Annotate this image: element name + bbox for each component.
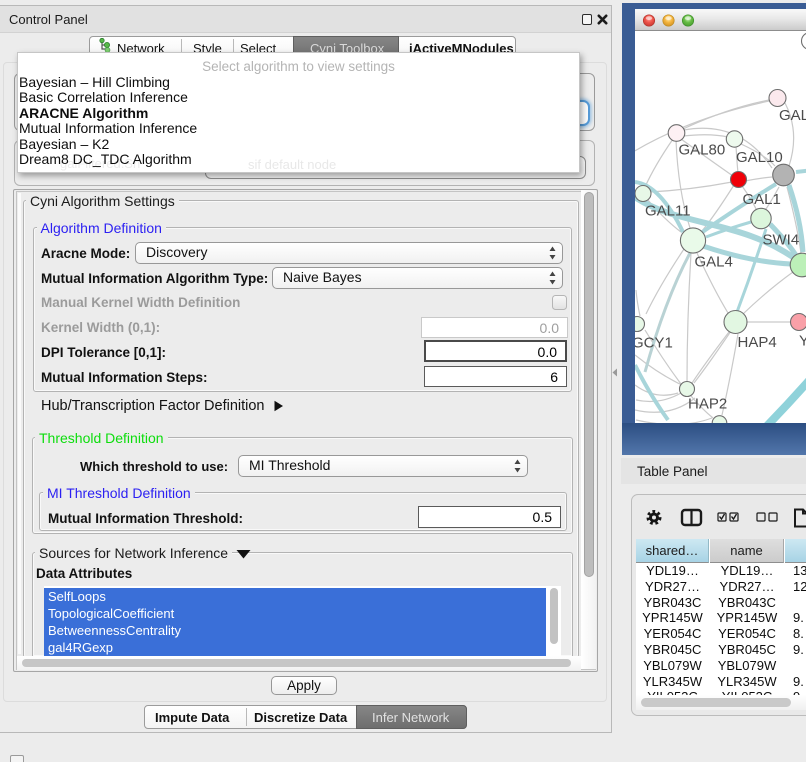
svg-text:SWI4: SWI4 <box>763 232 800 249</box>
svg-text:GAL4: GAL4 <box>695 254 733 271</box>
svg-text:GAL1: GAL1 <box>743 191 781 208</box>
svg-text:HAP4: HAP4 <box>738 334 777 351</box>
svg-text:HAP2: HAP2 <box>688 396 727 413</box>
svg-text:GAL7: GAL7 <box>779 107 806 124</box>
svg-text:GAL10: GAL10 <box>736 149 783 166</box>
svg-text:YJ: YJ <box>799 333 806 350</box>
svg-text:GCY1: GCY1 <box>635 335 673 352</box>
svg-text:GAL11: GAL11 <box>645 203 691 220</box>
svg-text:GAL80: GAL80 <box>679 142 726 159</box>
